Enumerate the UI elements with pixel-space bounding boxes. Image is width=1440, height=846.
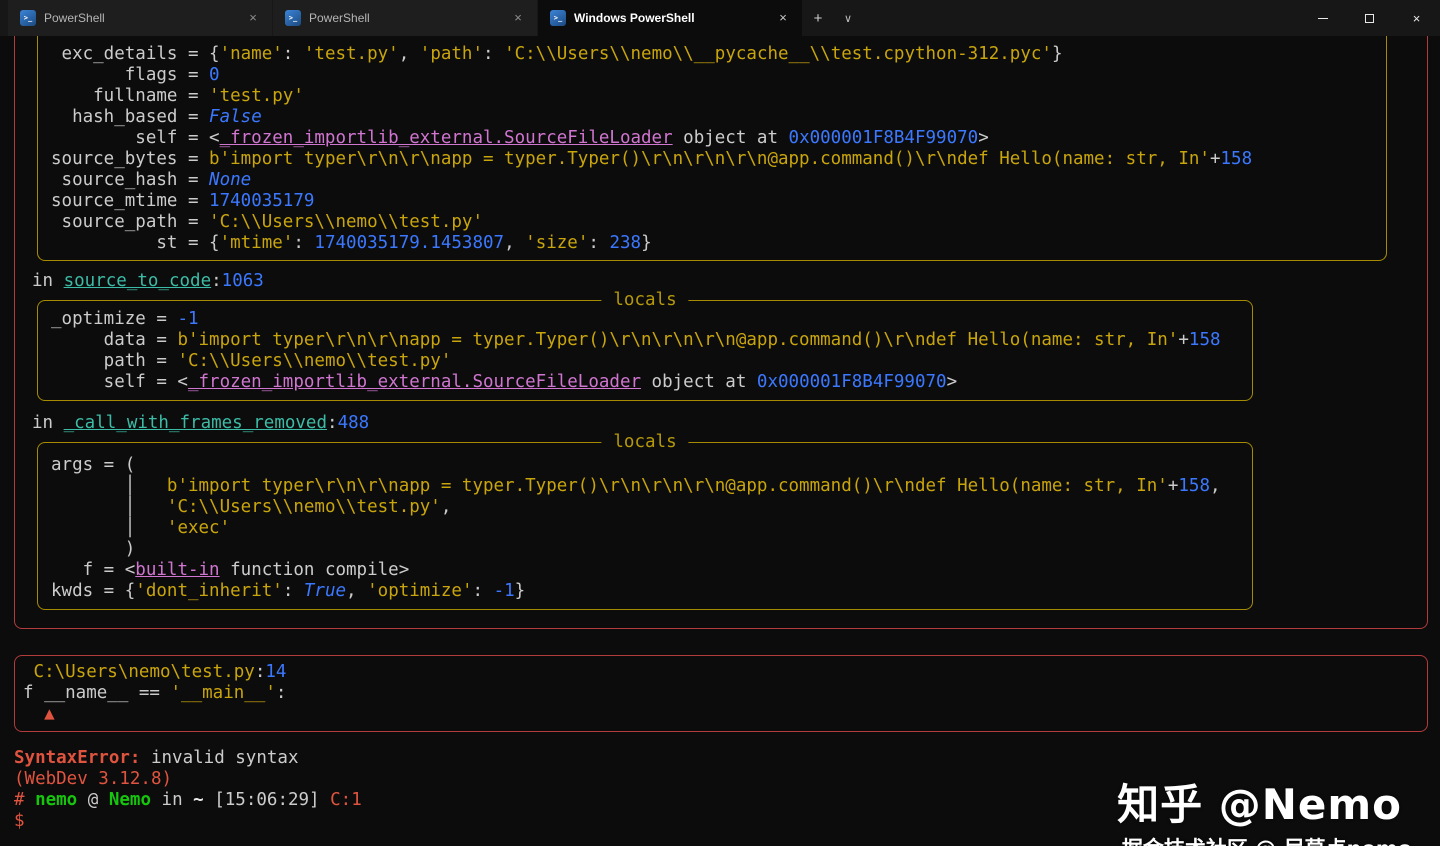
terminal-line: source_hash = None — [51, 170, 252, 190]
tab-title: PowerShell — [309, 11, 370, 25]
syntax-error-snippet-box: C:\Users\nemo\test.py:14 f __name__ == '_… — [14, 655, 1428, 732]
minimize-icon — [1317, 17, 1328, 19]
watermark-zhihu: 知乎 @Nemo — [1117, 780, 1402, 829]
traceback-box: exc_details = {'name': 'test.py', 'path'… — [14, 36, 1428, 629]
terminal-window: >_ PowerShell × >_ PowerShell × >_ Windo… — [0, 0, 1440, 846]
terminal-line: exc_details = {'name': 'test.py', 'path'… — [51, 44, 1063, 64]
locals-box-body: args = ( │ b'import typer\r\n\r\napp = t… — [51, 455, 1242, 602]
tabbar-drag-region — [863, 0, 1299, 36]
terminal-line: │ 'C:\\Users\\nemo\\test.py', — [51, 497, 452, 517]
terminal-line: path = 'C:\\Users\\nemo\\test.py' — [51, 351, 452, 371]
maximize-icon — [1365, 13, 1374, 23]
tab-close-icon[interactable]: × — [774, 9, 792, 27]
frame-call-with-frames-removed: in _call_with_frames_removed:488 — [32, 413, 1427, 434]
locals-box-body: _optimize = -1 data = b'import typer\r\n… — [51, 309, 1242, 393]
powershell-icon: >_ — [20, 10, 36, 26]
maximize-button[interactable] — [1346, 0, 1393, 36]
powershell-icon-glyph: >_ — [553, 13, 563, 22]
tab-close-icon[interactable]: × — [244, 9, 262, 27]
terminal-line: fullname = 'test.py' — [51, 86, 304, 106]
terminal-line: hash_based = False — [51, 107, 262, 127]
frame-source-to-code: in source_to_code:1063 — [32, 271, 1427, 292]
powershell-icon: >_ — [550, 10, 566, 26]
terminal-line: source_mtime = 1740035179 — [51, 191, 315, 211]
locals-box-call-with-frames-removed: locals args = ( │ b'import typer\r\n\r\n… — [37, 432, 1253, 610]
terminal-line: args = ( — [51, 455, 136, 475]
terminal-line: _optimize = -1 — [51, 309, 199, 329]
terminal-line: C:\Users\nemo\test.py:14 — [33, 662, 287, 682]
tab-windows-powershell[interactable]: >_ Windows PowerShell × — [538, 0, 802, 36]
terminal-line: self = <_frozen_importlib_external.Sourc… — [51, 128, 989, 148]
tab-powershell-2[interactable]: >_ PowerShell × — [273, 0, 537, 36]
watermark-juejin: 掘金技术社区 @ 尼莫点nemo — [1122, 839, 1412, 846]
terminal-line: st = {'mtime': 1740035179.1453807, 'size… — [51, 233, 652, 253]
terminal-line: f = <built-in function compile> — [51, 560, 410, 580]
tab-powershell-1[interactable]: >_ PowerShell × — [8, 0, 272, 36]
terminal-line: kwds = {'dont_inherit': True, 'optimize'… — [51, 581, 526, 601]
terminal-line: f __name__ == '__main__': — [23, 683, 287, 703]
terminal-content[interactable]: exc_details = {'name': 'test.py', 'path'… — [0, 36, 1440, 846]
minimize-button[interactable] — [1299, 0, 1346, 36]
locals-box-source-to-code: locals _optimize = -1 data = b'import ty… — [37, 290, 1253, 401]
terminal-line: flags = 0 — [51, 65, 220, 85]
tab-title: Windows PowerShell — [574, 11, 695, 25]
terminal-line: │ b'import typer\r\n\r\napp = typer.Type… — [51, 476, 1221, 496]
tab-bar: >_ PowerShell × >_ PowerShell × >_ Windo… — [0, 0, 1440, 36]
terminal-line: SyntaxError: invalid syntax — [14, 748, 299, 768]
locals-box-top: exc_details = {'name': 'test.py', 'path'… — [37, 36, 1387, 261]
terminal-line: in _call_with_frames_removed:488 — [32, 413, 370, 433]
powershell-icon-glyph: >_ — [23, 13, 33, 22]
terminal-line: │ 'exec' — [51, 518, 231, 538]
new-tab-button[interactable]: + — [803, 0, 833, 36]
terminal-line: source_bytes = b'import typer\r\n\r\napp… — [51, 149, 1253, 169]
locals-box-title: locals — [601, 290, 689, 311]
close-button[interactable]: × — [1393, 0, 1440, 36]
locals-box-title: locals — [601, 432, 689, 453]
powershell-icon: >_ — [285, 10, 301, 26]
terminal-line: ▲ — [23, 704, 55, 724]
terminal-line: data = b'import typer\r\n\r\napp = typer… — [51, 330, 1221, 350]
powershell-icon-glyph: >_ — [288, 13, 298, 22]
terminal-line: ) — [51, 539, 136, 559]
terminal-line: in source_to_code:1063 — [32, 271, 264, 291]
terminal-line: source_path = 'C:\\Users\\nemo\\test.py' — [51, 212, 483, 232]
tab-title: PowerShell — [44, 11, 105, 25]
terminal-line: self = <_frozen_importlib_external.Sourc… — [51, 372, 958, 392]
tab-dropdown-button[interactable]: ∨ — [833, 0, 863, 36]
tab-close-icon[interactable]: × — [509, 9, 527, 27]
